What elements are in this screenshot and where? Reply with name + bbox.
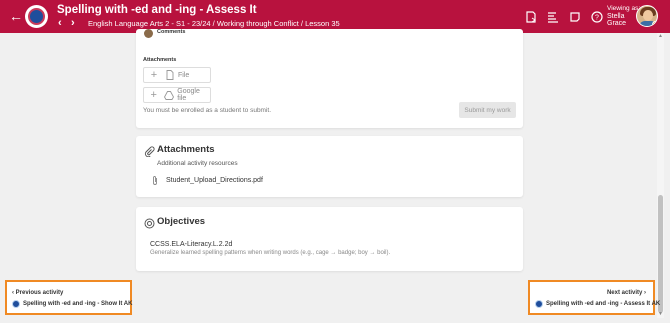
enrollment-note: You must be enrolled as a student to sub… xyxy=(143,107,272,114)
add-file-label: File xyxy=(178,71,190,79)
help-icon[interactable]: ? xyxy=(588,10,605,23)
viewing-name-last: Grace xyxy=(607,20,627,27)
scrollbar-thumb[interactable] xyxy=(658,195,663,313)
notes-icon[interactable] xyxy=(566,10,583,23)
previous-activity-name: Spelling with -ed and -ing - Show It AK xyxy=(23,301,133,307)
objectives-title: Objectives xyxy=(157,216,206,227)
scroll-up-icon[interactable]: ▲ xyxy=(657,33,664,39)
gradebook-icon[interactable] xyxy=(544,10,561,23)
chevron-left-icon[interactable]: ‹ xyxy=(58,17,71,29)
add-google-file-label: Google file xyxy=(177,88,200,102)
status-dot xyxy=(652,21,657,26)
back-arrow-icon[interactable]: ← xyxy=(9,9,23,23)
paperclip-icon xyxy=(150,174,160,186)
add-google-file-button[interactable]: + Google file xyxy=(143,87,211,103)
previous-activity-nav[interactable]: ‹ Previous activity Spelling with -ed an… xyxy=(5,280,132,315)
attachments-card: Attachments Additional activity resource… xyxy=(136,136,523,197)
scrollbar[interactable]: ▲ ▼ xyxy=(657,33,664,318)
objective-description: Generalize learned spelling patterns whe… xyxy=(150,250,391,256)
breadcrumb[interactable]: English Language Arts 2 - S1 - 23/24 / W… xyxy=(88,19,340,28)
google-drive-icon xyxy=(163,90,175,101)
header-toolbar: ? xyxy=(522,10,610,23)
breadcrumb-bar: ‹ › English Language Arts 2 - S1 - 23/24… xyxy=(58,17,340,29)
objective-code: CCSS.ELA-Literacy.L.2.2d xyxy=(150,241,233,248)
avatar[interactable] xyxy=(636,5,658,27)
paperclip-icon xyxy=(144,144,155,158)
submit-button[interactable]: Submit my work xyxy=(459,102,516,118)
previous-activity-label[interactable]: ‹ Previous activity xyxy=(12,290,63,296)
activity-icon xyxy=(535,300,543,308)
add-file-button[interactable]: + File xyxy=(143,67,211,83)
page-title: Spelling with -ed and -ing - Assess It xyxy=(57,4,257,16)
next-activity-name: Spelling with -ed and -ing - Assess It A… xyxy=(546,301,661,307)
next-activity-label[interactable]: Next activity › xyxy=(607,290,646,296)
comments-label[interactable]: Comments xyxy=(157,29,185,35)
scroll-down-icon[interactable]: ▼ xyxy=(657,311,664,317)
activity-icon xyxy=(12,300,20,308)
viewing-label: Viewing as: xyxy=(607,5,641,12)
attachment-file-name[interactable]: Student_Upload_Directions.pdf xyxy=(166,177,263,184)
objectives-card: Objectives CCSS.ELA-Literacy.L.2.2d Gene… xyxy=(136,207,523,271)
chevron-left-icon: ‹ xyxy=(12,290,14,296)
attachments-subtitle: Additional activity resources xyxy=(157,160,238,167)
target-icon xyxy=(144,216,155,229)
plus-icon: + xyxy=(150,69,158,81)
previous-activity-link[interactable]: Spelling with -ed and -ing - Show It AK xyxy=(12,300,132,308)
attachments-label: Attachments xyxy=(143,57,177,63)
course-logo[interactable] xyxy=(25,5,48,28)
chevron-right-icon: › xyxy=(644,290,646,296)
commenter-avatar xyxy=(144,29,153,38)
assignment-icon[interactable] xyxy=(522,10,539,23)
file-icon xyxy=(164,70,175,81)
course-logo-icon xyxy=(28,8,45,25)
plus-icon: + xyxy=(150,89,157,101)
submission-card: Comments Attachments + File + Google fil… xyxy=(136,29,523,128)
next-activity-link[interactable]: Spelling with -ed and -ing - Assess It A… xyxy=(535,300,660,308)
next-activity-nav[interactable]: Next activity › Spelling with -ed and -i… xyxy=(528,280,660,315)
svg-text:?: ? xyxy=(595,14,599,21)
attachment-file-link[interactable]: Student_Upload_Directions.pdf xyxy=(150,174,263,186)
chevron-right-icon[interactable]: › xyxy=(71,17,84,29)
attachments-title: Attachments xyxy=(157,144,215,155)
